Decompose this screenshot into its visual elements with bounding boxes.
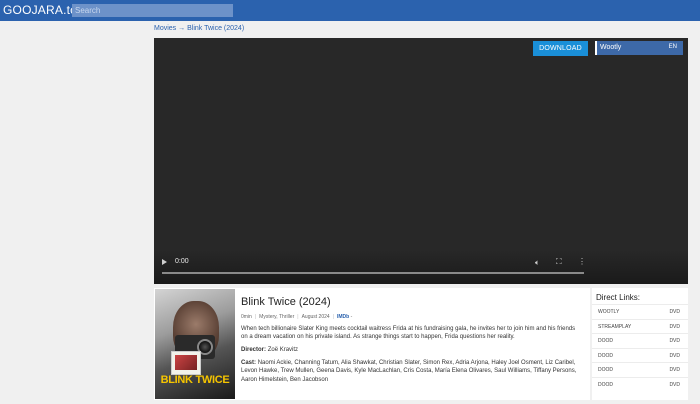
- imdb-rating: -: [350, 314, 353, 320]
- direct-link-row[interactable]: DOOD DVD: [592, 362, 688, 377]
- meta-date: August 2024: [301, 314, 330, 320]
- director-label: Director:: [241, 347, 267, 353]
- link-type: DVD: [669, 381, 680, 388]
- server-select[interactable]: Wootly EN: [595, 41, 683, 55]
- play-icon[interactable]: [162, 259, 167, 265]
- video-player[interactable]: DOWNLOAD Wootly EN 0:00 🔈︎ ⛶ ⋮: [154, 38, 688, 284]
- player-controls: 0:00 🔈︎ ⛶ ⋮: [154, 250, 688, 284]
- direct-links-title: Direct Links:: [596, 293, 641, 302]
- movie-cast: Cast: Naomi Ackie, Channing Tatum, Alia …: [241, 359, 581, 384]
- meta-runtime: 0min: [241, 314, 252, 320]
- link-type: DVD: [669, 352, 680, 359]
- director-name: Zoë Kravitz: [267, 347, 299, 353]
- direct-link-row[interactable]: DOOD DVD: [592, 333, 688, 348]
- link-type: DVD: [669, 309, 680, 315]
- site-logo[interactable]: GOOJARA.to: [3, 3, 77, 17]
- link-type: DVD: [669, 323, 680, 330]
- breadcrumb-current[interactable]: Blink Twice (2024): [187, 25, 244, 32]
- cast-list: Naomi Ackie, Channing Tatum, Alia Shawka…: [241, 360, 577, 383]
- imdb-link[interactable]: IMDb: [337, 314, 349, 320]
- link-type: DVD: [669, 338, 680, 344]
- movie-info-panel: BLINK TWICE Blink Twice (2024) 0min | Myst…: [154, 288, 590, 400]
- poster-polaroid: [171, 351, 201, 375]
- download-button[interactable]: DOWNLOAD: [533, 41, 588, 56]
- direct-link-row[interactable]: DOOD DVD: [592, 376, 688, 392]
- movie-description: When tech billionaire Slater King meets …: [241, 326, 576, 341]
- direct-link-row[interactable]: WOOTLY DVD: [592, 304, 688, 319]
- link-type: DVD: [669, 367, 680, 373]
- direct-link-row[interactable]: DOOD DVD: [592, 347, 688, 363]
- link-host: DOOD: [598, 338, 613, 344]
- direct-link-row[interactable]: STREAMPLAY DVD: [592, 318, 688, 334]
- movie-director: Director: Zoë Kravitz: [241, 347, 298, 353]
- direct-links-panel: Direct Links: WOOTLY DVD STREAMPLAY DVD …: [592, 288, 688, 400]
- breadcrumb-arrow: →: [178, 25, 186, 32]
- server-lang: EN: [668, 44, 677, 50]
- link-host: DOOD: [598, 381, 613, 388]
- player-time: 0:00: [175, 258, 189, 265]
- volume-icon[interactable]: 🔈︎: [535, 259, 540, 267]
- link-host: WOOTLY: [598, 309, 620, 315]
- link-host: DOOD: [598, 352, 613, 359]
- movie-meta: 0min | Mystery, Thriller | August 2024 | IMDb …: [241, 314, 353, 320]
- link-host: STREAMPLAY: [598, 323, 632, 330]
- fullscreen-icon[interactable]: ⛶: [556, 258, 562, 266]
- server-name: Wootly: [600, 44, 622, 51]
- poster-title: BLINK TWICE: [160, 374, 230, 386]
- cast-label: Cast:: [241, 360, 257, 366]
- movie-poster: BLINK TWICE: [155, 289, 235, 399]
- more-options-icon[interactable]: ⋮: [578, 258, 586, 266]
- progress-bar[interactable]: [162, 272, 584, 274]
- movie-title: Blink Twice (2024): [241, 296, 331, 308]
- breadcrumb-movies-link[interactable]: Movies: [154, 25, 176, 32]
- link-host: DOOD: [598, 367, 613, 373]
- top-bar: GOOJARA.to: [0, 0, 700, 21]
- meta-genres: Mystery, Thriller: [259, 314, 295, 320]
- breadcrumb: Movies → Blink Twice (2024): [154, 25, 244, 32]
- search-input[interactable]: [72, 4, 233, 17]
